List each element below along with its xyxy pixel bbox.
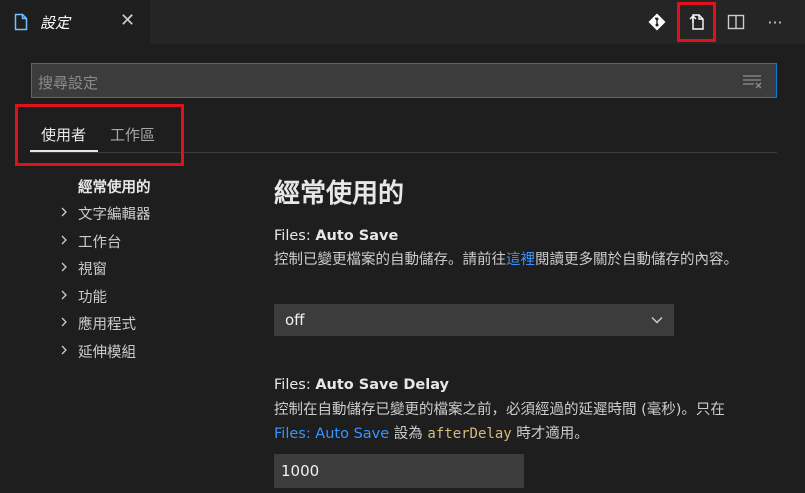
desc-text: 時才適用。 xyxy=(511,426,589,442)
close-icon[interactable]: ✕ xyxy=(120,10,135,32)
desc-text: 控制已變更檔案的自動儲存。請前往 xyxy=(274,252,506,268)
setting-title-auto-save: Files: Auto Save xyxy=(274,228,398,244)
toc-item-application[interactable]: 應用程式 xyxy=(78,313,136,334)
toc-item-extensions[interactable]: 延伸模組 xyxy=(78,341,136,362)
highlight-box-open-json xyxy=(677,2,716,42)
split-editor-icon[interactable] xyxy=(724,10,748,34)
editor-tab-bar: 設定 ✕ ··· xyxy=(0,0,805,44)
auto-save-select[interactable]: off xyxy=(274,304,674,336)
git-icon[interactable] xyxy=(645,10,669,34)
read-more-link[interactable]: 這裡 xyxy=(506,252,535,268)
search-placeholder: 搜尋設定 xyxy=(38,74,99,92)
code-value: afterDelay xyxy=(427,426,512,442)
chevron-down-icon xyxy=(651,316,663,324)
chevron-right-icon xyxy=(61,290,67,300)
chevron-right-icon xyxy=(61,235,67,245)
toc-item-text-editor[interactable]: 文字編輯器 xyxy=(78,203,151,224)
toc-item-window[interactable]: 視窗 xyxy=(78,258,107,279)
toc-item-features[interactable]: 功能 xyxy=(78,286,107,307)
tab-label: 設定 xyxy=(40,14,71,32)
auto-save-setting-link[interactable]: Files: Auto Save xyxy=(274,426,389,442)
more-icon[interactable]: ··· xyxy=(763,10,787,34)
setting-category: Files: xyxy=(274,228,316,244)
setting-name: Auto Save xyxy=(315,228,399,244)
setting-description-auto-save: 控制已變更檔案的自動儲存。請前往這裡閱讀更多關於自動儲存的內容。 xyxy=(274,248,774,272)
search-settings-input[interactable]: 搜尋設定 xyxy=(31,63,777,98)
setting-title-auto-save-delay: Files: Auto Save Delay xyxy=(274,377,449,393)
highlight-box-scope-tabs xyxy=(15,104,184,166)
chevron-right-icon xyxy=(61,262,67,272)
chevron-right-icon xyxy=(61,345,67,355)
chevron-right-icon xyxy=(61,317,67,327)
auto-save-delay-input[interactable]: 1000 xyxy=(274,454,524,488)
settings-editor-tab[interactable]: 設定 ✕ xyxy=(0,0,150,44)
input-value: 1000 xyxy=(281,462,320,480)
clear-filter-icon[interactable] xyxy=(742,73,762,89)
file-icon xyxy=(14,13,28,31)
toc-item-workbench[interactable]: 工作台 xyxy=(78,231,122,252)
select-value: off xyxy=(285,311,305,329)
desc-text: 控制在自動儲存已變更的檔案之前，必須經過的延遲時間 (毫秒)。只在 xyxy=(274,402,725,418)
setting-category: Files: xyxy=(274,377,316,393)
toc-item-commonly-used[interactable]: 經常使用的 xyxy=(78,176,151,197)
setting-description-auto-save-delay: 控制在自動儲存已變更的檔案之前，必須經過的延遲時間 (毫秒)。只在 Files: … xyxy=(274,398,779,446)
desc-text: 閱讀更多關於自動儲存的內容。 xyxy=(535,252,738,268)
section-heading: 經常使用的 xyxy=(274,179,405,209)
chevron-right-icon xyxy=(61,207,67,217)
setting-name: Auto Save Delay xyxy=(315,377,449,393)
desc-text: 設為 xyxy=(389,426,428,442)
